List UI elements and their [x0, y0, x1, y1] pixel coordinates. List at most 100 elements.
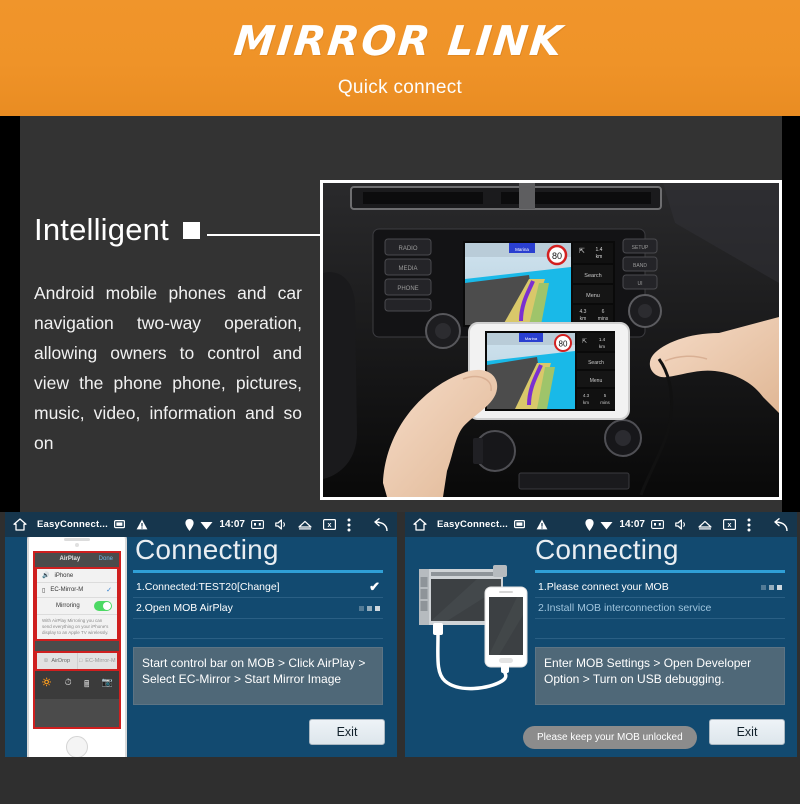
- connector-line: [207, 234, 335, 236]
- svg-text:km: km: [596, 254, 603, 260]
- svg-text:km: km: [583, 400, 589, 405]
- ecmirror-button[interactable]: □ EC-Mirror-M: [76, 653, 118, 669]
- airplay-row-mirroring[interactable]: Mirroring: [37, 598, 117, 615]
- control-center-tools: 🔅 ⏱ 🖩 📷: [35, 671, 119, 699]
- airplay-row-label: iPhone: [54, 572, 74, 579]
- airplay-row-label: Mirroring: [56, 603, 80, 609]
- ecmirror-label: EC-Mirror-M: [85, 658, 116, 664]
- feature-section-inner: Intelligent Android mobile phones and ca…: [20, 116, 782, 512]
- cast-icon[interactable]: [513, 519, 525, 530]
- step-item-2-right[interactable]: 2.Install MOB interconnection service: [535, 598, 785, 619]
- airplay-row-iphone[interactable]: 🔊 iPhone: [37, 569, 117, 583]
- connecting-title-left: Connecting: [135, 534, 279, 565]
- svg-text:1.4: 1.4: [596, 247, 603, 253]
- airplay-row-ecmirror[interactable]: ▯ EC-Mirror-M ✓: [37, 583, 117, 598]
- svg-text:Marina: Marina: [525, 336, 538, 341]
- usb-connect-panel: EasyConnect... 14:07 x Connecting 1.Plea…: [405, 512, 797, 757]
- progress-bar-right: [535, 570, 785, 573]
- svg-text:UI: UI: [638, 281, 643, 287]
- svg-text:BAND: BAND: [633, 263, 647, 269]
- airplay-done-button[interactable]: Done: [99, 556, 113, 562]
- feature-heading: Intelligent: [34, 212, 169, 247]
- overflow-menu-icon[interactable]: [747, 518, 751, 532]
- feature-section: Intelligent Android mobile phones and ca…: [0, 116, 800, 512]
- wifi-icon: [200, 520, 213, 530]
- loading-dots-icon: [359, 605, 380, 611]
- airplay-row-label: EC-Mirror-M: [50, 587, 84, 593]
- volume-icon[interactable]: [675, 519, 687, 530]
- connecting-title-right: Connecting: [535, 534, 679, 565]
- screenshots-section: EasyConnect... 14:07 x Connecting 1.Conn…: [0, 512, 800, 804]
- instruction-box-right: Enter MOB Settings > Open Developer Opti…: [535, 647, 785, 705]
- close-box-icon[interactable]: x: [723, 519, 736, 530]
- cast-icon[interactable]: [113, 519, 125, 530]
- phone-home-button[interactable]: [66, 736, 88, 757]
- check-icon: ✔: [369, 579, 380, 594]
- overflow-menu-icon[interactable]: [347, 518, 351, 532]
- phone-camera-icon: [75, 543, 79, 547]
- svg-text:6: 6: [602, 309, 605, 315]
- status-bar-right: EasyConnect... 14:07 x: [405, 512, 797, 537]
- mirroring-toggle[interactable]: [94, 601, 112, 611]
- back-arrow-icon[interactable]: [769, 518, 789, 531]
- svg-text:⇱: ⇱: [579, 247, 585, 255]
- svg-text:mins: mins: [600, 400, 610, 405]
- warning-icon[interactable]: [136, 519, 148, 530]
- step-label: 1.Connected:TEST20[Change]: [136, 581, 280, 593]
- svg-text:1.4: 1.4: [599, 337, 606, 342]
- airdrop-label: AirDrop: [51, 658, 71, 664]
- screenshot-icon[interactable]: [251, 520, 264, 529]
- airdrop-row: ☉ AirDrop □ EC-Mirror-M: [35, 651, 119, 671]
- svg-text:x: x: [328, 522, 332, 529]
- svg-text:⇱: ⇱: [582, 338, 587, 345]
- airdrop-button[interactable]: ☉ AirDrop: [37, 653, 77, 669]
- airdrop-icon: ☉: [43, 658, 49, 664]
- screenshot-icon[interactable]: [651, 520, 664, 529]
- svg-text:80: 80: [552, 251, 562, 261]
- svg-text:x: x: [728, 522, 732, 529]
- step-item-2-left[interactable]: 2.Open MOB AirPlay: [133, 598, 383, 619]
- close-box-icon[interactable]: x: [323, 519, 336, 530]
- iphone-mockup: AirPlay Done 🔊 iPhone ▯ EC-Mirror-M ✓ Mi…: [27, 529, 127, 757]
- steps-list-left: 1.Connected:TEST20[Change] ✔ 2.Open MOB …: [133, 570, 383, 705]
- feature-copy: Intelligent Android mobile phones and ca…: [34, 212, 314, 458]
- feature-body: Android mobile phones and car navigation…: [34, 283, 302, 453]
- home-icon[interactable]: [413, 518, 427, 531]
- eject-icon[interactable]: [698, 520, 712, 530]
- flashlight-icon[interactable]: 🔅: [41, 677, 52, 693]
- svg-text:80: 80: [559, 340, 568, 349]
- step-label: 2.Open MOB AirPlay: [136, 602, 233, 614]
- clock-icon[interactable]: ⏱: [65, 677, 72, 693]
- progress-bar-left: [133, 570, 383, 573]
- calculator-icon[interactable]: 🖩: [84, 677, 89, 693]
- svg-text:km: km: [599, 344, 605, 349]
- loading-dots-icon: [761, 584, 782, 590]
- exit-button-right[interactable]: Exit: [709, 719, 785, 745]
- usb-connection-illustration: [417, 557, 535, 707]
- home-icon[interactable]: [13, 518, 27, 531]
- eject-icon[interactable]: [298, 520, 312, 530]
- step-item-1-left[interactable]: 1.Connected:TEST20[Change] ✔: [133, 577, 383, 598]
- svg-text:Menu: Menu: [590, 378, 603, 384]
- airplay-connect-panel: EasyConnect... 14:07 x Connecting 1.Conn…: [5, 512, 397, 757]
- status-clock: 14:07: [219, 519, 245, 530]
- warning-icon[interactable]: [536, 519, 548, 530]
- svg-text:RADIO: RADIO: [398, 246, 417, 252]
- selected-check-icon: ✓: [106, 587, 112, 594]
- page-title: MIRROR LINK: [231, 17, 567, 65]
- speaker-icon: 🔊: [42, 573, 50, 579]
- svg-text:MEDIA: MEDIA: [398, 266, 417, 272]
- step-item-1-right[interactable]: 1.Please connect your MOB: [535, 577, 785, 598]
- svg-text:4.3: 4.3: [580, 309, 587, 315]
- location-pin-icon: [585, 518, 595, 531]
- exit-button-left[interactable]: Exit: [309, 719, 385, 745]
- svg-text:Search: Search: [588, 360, 604, 366]
- back-arrow-icon[interactable]: [369, 518, 389, 531]
- svg-text:SETUP: SETUP: [632, 245, 649, 251]
- svg-text:mins: mins: [598, 316, 609, 322]
- svg-text:Search: Search: [584, 273, 601, 279]
- status-bar-left: EasyConnect... 14:07 x: [5, 512, 397, 537]
- volume-icon[interactable]: [275, 519, 287, 530]
- status-app-name: EasyConnect...: [437, 519, 508, 530]
- camera-icon[interactable]: 📷: [102, 677, 113, 693]
